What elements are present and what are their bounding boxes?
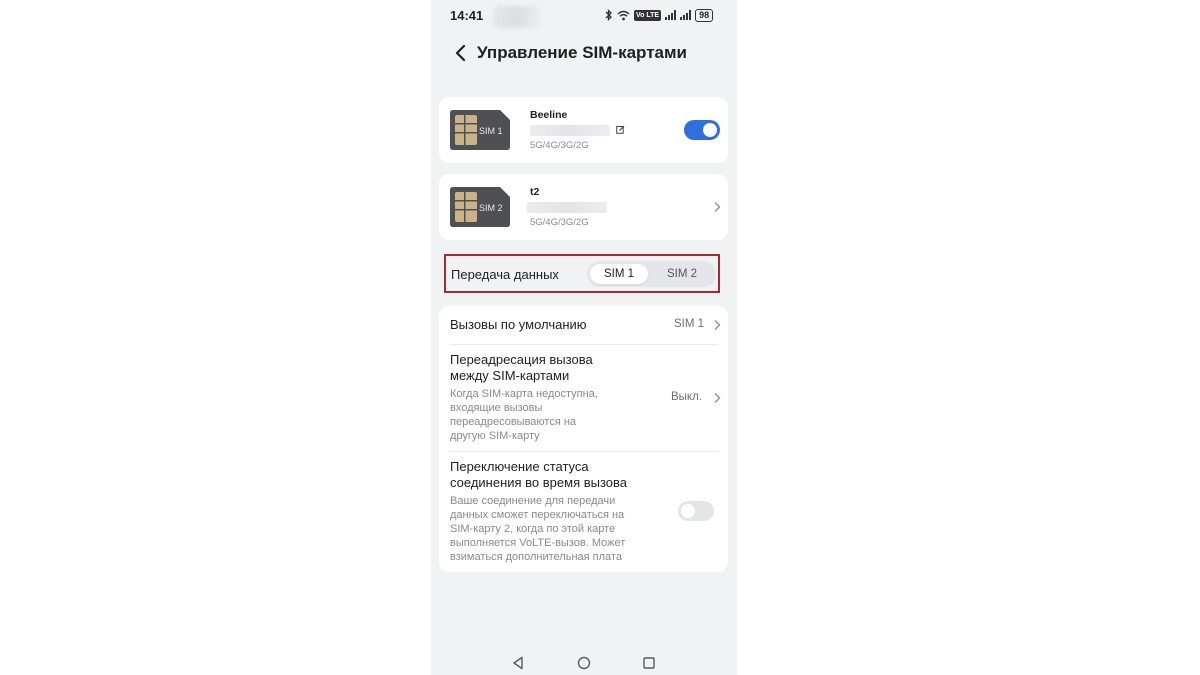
sim1-carrier: Beeline [530, 109, 568, 121]
chevron-right-icon [714, 393, 721, 403]
back-chevron-icon[interactable] [453, 44, 469, 62]
status-switch-title-line1: Переключение статуса [450, 459, 589, 474]
call-forwarding-title-line1: Переадресация вызова [450, 352, 593, 367]
chevron-right-icon [714, 320, 721, 330]
call-forwarding-desc-line4: другую SIM-карту [450, 430, 540, 442]
nav-recents-icon[interactable] [642, 656, 656, 670]
sim1-card[interactable]: SIM 1 Beeline 5G/4G/3G/2G [439, 97, 728, 163]
bluetooth-icon [605, 9, 612, 21]
sim2-network: 5G/4G/3G/2G [530, 217, 589, 228]
signal-sim2-icon [680, 10, 692, 20]
sim2-card[interactable]: SIM 2 t2 5G/4G/3G/2G [439, 174, 728, 240]
status-time: 14:41 [450, 8, 484, 23]
status-switch-desc-line1: Ваше соединение для передачи [450, 495, 616, 507]
call-forwarding-desc-line3: переадресовываются на [450, 416, 577, 428]
sim1-number-redacted [530, 125, 610, 136]
sim2-number-redacted [527, 202, 607, 213]
page-title: Управление SIM-картами [477, 43, 688, 62]
status-switch-desc-line2: данных сможет переключаться на [450, 509, 625, 521]
sim1-chip-label: SIM 1 [479, 126, 503, 136]
sim1-toggle[interactable] [684, 120, 720, 140]
default-calls-title: Вызовы по умолчанию [450, 317, 587, 332]
data-sim-selector: SIM 1 SIM 2 [587, 261, 716, 287]
call-forwarding-value: Выкл. [671, 391, 703, 403]
status-switch-toggle[interactable] [678, 501, 714, 521]
phone-screen: 14:41 Vo LTE 98 Управление SIM-картами S… [431, 0, 737, 675]
status-switch-desc-line4: выполняется VoLTE-вызов. Может [450, 537, 626, 549]
status-switch-title-line2: соединения во время вызова [450, 475, 628, 490]
status-switch-desc-line3: SIM-карту 2, когда по этой карте [450, 523, 616, 535]
edit-icon[interactable] [616, 125, 625, 134]
status-redacted [493, 6, 539, 28]
data-transfer-label: Передача данных [451, 267, 559, 282]
volte-icon: Vo LTE [634, 9, 662, 21]
toggle-knob [681, 504, 695, 518]
battery-icon: 98 [695, 8, 714, 22]
signal-sim1-icon [665, 10, 677, 20]
sim-card-icon: SIM 2 [450, 187, 510, 227]
sim1-network: 5G/4G/3G/2G [530, 140, 589, 151]
data-sim2-option[interactable]: SIM 2 [653, 264, 711, 284]
status-switch-row: Переключение статуса соединения во время… [439, 452, 728, 570]
default-calls-value: SIM 1 [674, 318, 705, 330]
wifi-icon [617, 10, 630, 20]
call-forwarding-title-line2: между SIM-картами [450, 368, 570, 383]
status-icons: Vo LTE 98 [605, 8, 714, 22]
call-forwarding-row[interactable]: Переадресация вызова между SIM-картами К… [439, 345, 728, 450]
nav-back-icon[interactable] [511, 656, 525, 670]
data-transfer-row: Передача данных SIM 1 SIM 2 [444, 254, 720, 293]
call-forwarding-desc-line1: Когда SIM-карта недоступна, [450, 388, 598, 400]
status-switch-desc-line5: взиматься дополнительная плата [450, 551, 622, 563]
toggle-knob [703, 123, 717, 137]
settings-card: Вызовы по умолчанию SIM 1 Переадресация … [439, 306, 728, 572]
sim2-carrier: t2 [530, 186, 540, 198]
nav-home-icon[interactable] [577, 656, 591, 670]
call-forwarding-desc-line2: входящие вызовы [450, 402, 543, 414]
chevron-right-icon [714, 202, 721, 212]
sim2-chip-label: SIM 2 [479, 203, 503, 213]
default-calls-row[interactable]: Вызовы по умолчанию SIM 1 [439, 306, 728, 344]
data-sim1-option[interactable]: SIM 1 [590, 264, 648, 284]
sim-card-icon: SIM 1 [450, 110, 510, 150]
